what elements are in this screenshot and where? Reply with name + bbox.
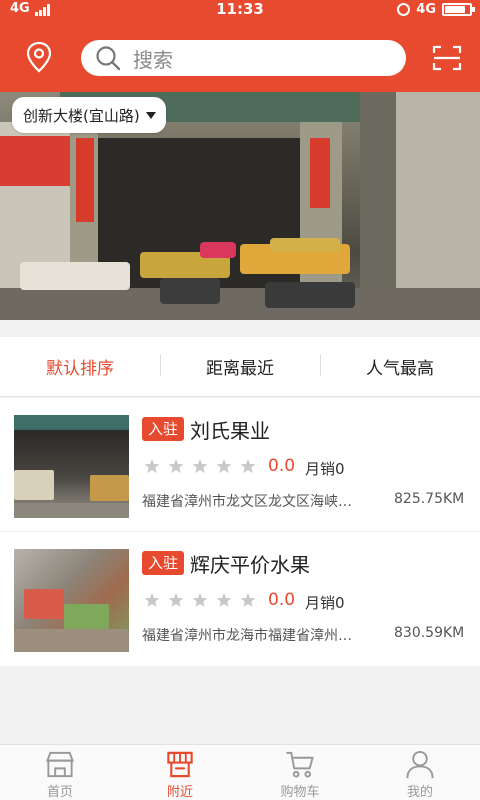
status-bar: 4G 11:33 4G — [0, 0, 480, 20]
tab-default-sort[interactable]: 默认排序 — [0, 354, 160, 379]
battery-icon — [442, 3, 475, 16]
fruit-display — [20, 262, 130, 290]
nav-label: 首页 — [46, 785, 73, 800]
nav-label: 购物车 — [280, 785, 320, 800]
location-pin-icon — [26, 41, 52, 73]
alarm-icon — [397, 3, 411, 16]
store-thumbnail — [14, 549, 129, 652]
location-button[interactable] — [22, 40, 56, 74]
store-list: 入驻 刘氏果业 0.0 月销0 福建省漳州市龙文区龙文区海峡… 825.75KM… — [0, 398, 480, 666]
nav-cart[interactable]: 购物车 — [240, 745, 360, 800]
banner-red-sign — [310, 138, 330, 208]
bottom-nav: 首页 附近 购物车 我的 — [0, 744, 480, 800]
star-icon — [240, 593, 256, 607]
fruit-crate — [265, 282, 355, 308]
monthly-sales: 月销0 — [305, 594, 345, 612]
settled-badge: 入驻 — [142, 551, 184, 575]
store-item[interactable]: 入驻 刘氏果业 0.0 月销0 福建省漳州市龙文区龙文区海峡… 825.75KM — [0, 398, 480, 532]
fruit-crate — [160, 278, 220, 304]
search-placeholder: 搜索 — [133, 47, 173, 72]
banner-red-sign — [76, 138, 94, 222]
status-right: 4G — [397, 2, 475, 17]
fruit-display — [200, 242, 236, 258]
store-thumbnail — [14, 415, 129, 518]
star-icon — [168, 459, 184, 473]
settled-badge: 入驻 — [142, 417, 184, 441]
store-address: 福建省漳州市龙海市福建省漳州… — [142, 628, 352, 644]
search-icon — [96, 46, 121, 71]
store-name: 辉庆平价水果 — [190, 553, 310, 577]
store-address: 福建省漳州市龙文区龙文区海峡… — [142, 494, 352, 510]
sort-tabs: 默认排序 距离最近 人气最高 — [0, 337, 480, 397]
store-distance: 825.75KM — [394, 491, 465, 507]
star-icon — [144, 459, 160, 473]
star-rating — [144, 592, 256, 608]
star-icon — [240, 459, 256, 473]
tab-most-popular[interactable]: 人气最高 — [320, 354, 480, 379]
nav-nearby[interactable]: 附近 — [120, 745, 240, 800]
star-icon — [216, 593, 232, 607]
search-input[interactable]: 搜索 — [81, 40, 406, 76]
monthly-sales: 月销0 — [305, 460, 345, 478]
nav-profile[interactable]: 我的 — [360, 745, 480, 800]
nav-label: 附近 — [166, 785, 193, 800]
nearby-icon — [167, 751, 193, 778]
network-type-right: 4G — [416, 2, 436, 17]
nav-label: 我的 — [406, 785, 433, 800]
store-rating: 0.0 — [268, 456, 296, 476]
star-icon — [144, 593, 160, 607]
battery-level — [445, 6, 465, 13]
tab-nearest[interactable]: 距离最近 — [160, 354, 320, 379]
star-icon — [168, 593, 184, 607]
fruit-display — [270, 238, 340, 252]
app-header: 4G 11:33 4G 搜索 — [0, 0, 480, 92]
store-name: 刘氏果业 — [190, 419, 270, 443]
banner-tree — [360, 92, 396, 320]
cart-icon — [286, 751, 314, 778]
star-rating — [144, 458, 256, 474]
location-selector[interactable]: 创新大楼(宜山路) — [12, 97, 166, 133]
store-item[interactable]: 入驻 辉庆平价水果 0.0 月销0 福建省漳州市龙海市福建省漳州… 830.59… — [0, 532, 480, 666]
banner-awning — [0, 136, 80, 186]
user-icon — [406, 750, 434, 779]
location-label: 创新大楼(宜山路) — [23, 106, 140, 125]
nav-home[interactable]: 首页 — [0, 745, 120, 800]
banner-ground — [0, 288, 480, 320]
banner-right-building — [396, 92, 480, 320]
caret-down-icon — [145, 111, 156, 119]
star-icon — [192, 593, 208, 607]
scan-icon[interactable] — [432, 44, 462, 72]
star-icon — [192, 459, 208, 473]
store-icon — [46, 751, 74, 778]
star-icon — [216, 459, 232, 473]
store-rating: 0.0 — [268, 590, 296, 610]
store-distance: 830.59KM — [394, 625, 465, 641]
